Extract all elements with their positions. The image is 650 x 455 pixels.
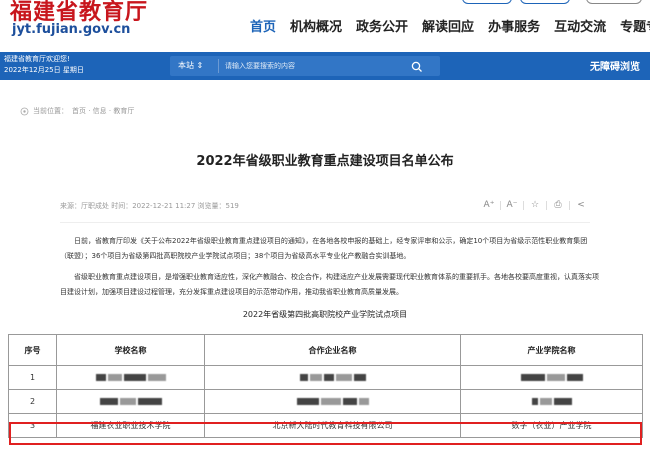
- cell-school-redacted: [56, 365, 205, 390]
- table-row: 3 福建农业职业技术学院 北京新大陆时代教育科技有限公司 数字（农业）产业学院: [8, 413, 643, 438]
- nav-item-services[interactable]: 办事服务: [488, 16, 540, 35]
- paragraph-text: 日前，省教育厅印发《关于公布2022年省级职业教育重点建设项目的通知》，在各地各…: [60, 237, 588, 260]
- search-icon[interactable]: [410, 59, 424, 73]
- nav-item-interaction[interactable]: 互动交流: [554, 16, 606, 35]
- cell-company: 北京新大陆时代教育科技有限公司: [204, 413, 461, 438]
- col-header-college: 产业学院名称: [460, 334, 643, 366]
- main-nav: 首页 机构概况 政务公开 解读回应 办事服务 互动交流 专题专栏: [250, 16, 650, 35]
- site-url[interactable]: jyt.fujian.gov.cn: [12, 22, 130, 37]
- cell-no: 2: [8, 389, 57, 414]
- location-icon: [20, 107, 29, 115]
- share-icon[interactable]: <: [570, 198, 592, 212]
- top-link-pill[interactable]: [520, 0, 570, 4]
- col-header-no: 序号: [8, 334, 57, 366]
- col-header-school: 学校名称: [56, 334, 205, 366]
- breadcrumb-prefix: 当前位置：: [33, 107, 68, 115]
- search-box: 本站 ⇕: [170, 56, 440, 76]
- nav-item-interpretation[interactable]: 解读回应: [422, 16, 474, 35]
- cell-college: 数字（农业）产业学院: [460, 413, 643, 438]
- search-input[interactable]: [218, 59, 398, 73]
- breadcrumb-path[interactable]: 首页 · 信息 · 教育厅: [72, 106, 134, 116]
- nav-item-home[interactable]: 首页: [250, 16, 276, 35]
- top-link-pill[interactable]: [462, 0, 512, 4]
- welcome-text: 福建省教育厅欢迎您! 2022年12月25日 星期日: [4, 54, 84, 76]
- nav-item-topics[interactable]: 专题专栏: [620, 16, 650, 35]
- paragraph-text: 省级职业教育重点建设项目，是增强职业教育适应性，深化产教融合、校企合作，构建适应…: [60, 273, 599, 296]
- project-table: 序号 学校名称 合作企业名称 产业学院名称 1 2 3 福建农业职业技术学院 北…: [8, 334, 643, 438]
- cell-company-redacted: [204, 389, 461, 414]
- table-row: 1: [8, 365, 643, 390]
- favorite-icon[interactable]: ☆: [524, 198, 546, 212]
- date-line: 2022年12月25日 星期日: [4, 66, 84, 74]
- article-title: 2022年省级职业教育重点建设项目名单公布: [196, 154, 454, 169]
- print-icon[interactable]: ⎙: [547, 198, 569, 212]
- cell-company-redacted: [204, 365, 461, 390]
- cell-school: 福建农业职业技术学院: [56, 413, 205, 438]
- article-tools: A⁺ A⁻ ☆ ⎙ <: [478, 198, 592, 212]
- cell-college-redacted: [460, 389, 643, 414]
- site-header: 福建省教育厅 jyt.fujian.gov.cn 首页 机构概况 政务公开 解读…: [0, 0, 650, 52]
- article-meta: 来源：厅职成处 时间：2022-12-21 11:27 浏览量：519: [60, 202, 239, 210]
- cell-school-redacted: [56, 389, 205, 414]
- welcome-line: 福建省教育厅欢迎您!: [4, 55, 70, 63]
- table-caption: 2022年省级第四批高职院校产业学院试点项目: [242, 310, 408, 319]
- meta-divider: [60, 222, 590, 223]
- article-paragraph: 日前，省教育厅印发《关于公布2022年省级职业教育重点建设项目的通知》，在各地各…: [60, 234, 600, 264]
- col-header-company: 合作企业名称: [204, 334, 461, 366]
- accessible-browse-button[interactable]: 无障碍浏览: [590, 58, 640, 73]
- utility-bar: 福建省教育厅欢迎您! 2022年12月25日 星期日 本站 ⇕ 无障碍浏览: [0, 52, 650, 80]
- font-decrease-icon[interactable]: A⁻: [501, 198, 523, 212]
- font-increase-icon[interactable]: A⁺: [478, 198, 500, 212]
- cell-no: 3: [8, 413, 57, 438]
- article-paragraph: 省级职业教育重点建设项目，是增强职业教育适应性，深化产教融合、校企合作，构建适应…: [60, 270, 600, 300]
- top-links: [440, 0, 650, 4]
- top-link-pill[interactable]: [586, 0, 642, 4]
- cell-college-redacted: [460, 365, 643, 390]
- nav-item-open-government[interactable]: 政务公开: [356, 16, 408, 35]
- search-scope-select[interactable]: 本站 ⇕: [178, 60, 203, 71]
- table-header-row: 序号 学校名称 合作企业名称 产业学院名称: [8, 334, 643, 366]
- cell-no: 1: [8, 365, 57, 390]
- breadcrumb: 当前位置： 首页 · 信息 · 教育厅: [20, 106, 134, 116]
- nav-item-about[interactable]: 机构概况: [290, 16, 342, 35]
- table-row: 2: [8, 389, 643, 414]
